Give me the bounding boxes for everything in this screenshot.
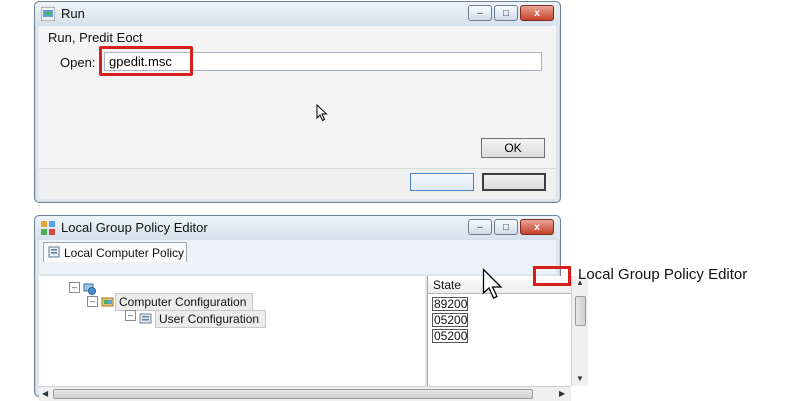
ok-button[interactable]: OK [481, 138, 545, 158]
open-label: Open: [60, 55, 96, 70]
expander-icon[interactable]: – [87, 296, 98, 307]
scroll-arrow-icon[interactable]: ◀ [42, 389, 48, 398]
tree-pane: – – Computer Configuration – User Config… [39, 276, 425, 386]
blank-button-left[interactable] [410, 173, 474, 191]
computer-icon [83, 283, 96, 295]
gpe-window-controls: – □ x [468, 219, 554, 235]
gpe-title: Local Group Policy Editor [61, 220, 208, 235]
close-button[interactable]: x [520, 219, 554, 235]
folder-icon [101, 297, 114, 307]
tree-node-computer-configuration[interactable]: Computer Configuration [115, 293, 254, 311]
folder-icon [139, 313, 152, 324]
expander-icon[interactable]: – [125, 310, 136, 321]
tab-local-computer-policy[interactable]: Local Computer Policy [43, 242, 187, 262]
run-title: Run [61, 6, 85, 21]
maximize-button[interactable]: □ [494, 5, 518, 21]
open-input-highlight [99, 46, 193, 76]
maximize-button[interactable]: □ [494, 219, 518, 235]
state-cell[interactable]: 89200 [432, 297, 468, 311]
blank-button-right[interactable] [482, 173, 546, 191]
gpe-window: Local Group Policy Editor – □ x Local Co… [34, 215, 588, 401]
expander-icon[interactable]: – [69, 282, 80, 293]
tab-strip: Local Computer Policy [39, 240, 556, 274]
vertical-scrollbar[interactable]: ▲ ▼ [571, 276, 588, 386]
minimize-button[interactable]: – [468, 219, 492, 235]
close-button[interactable]: x [520, 5, 554, 21]
run-app-icon [41, 7, 55, 21]
tab-label: Local Computer Policy [64, 246, 185, 260]
policy-icon [48, 246, 60, 258]
vertical-scroll-thumb[interactable] [575, 296, 586, 326]
minimize-button[interactable]: – [468, 5, 492, 21]
horizontal-scroll-thumb[interactable] [53, 389, 533, 399]
state-cell[interactable]: 05200 [432, 329, 468, 343]
callout-label: Local Group Policy Editor [578, 266, 748, 283]
scroll-arrow-icon[interactable]: ▼ [576, 374, 584, 383]
run-button-area [39, 168, 556, 199]
run-description: Run, Predit Eoct [48, 30, 143, 45]
state-cell[interactable]: 05200 [432, 313, 468, 327]
run-window-controls: – □ x [468, 5, 554, 21]
cursor-icon [482, 268, 503, 299]
horizontal-scrollbar[interactable]: ◀ ▶ [39, 386, 571, 401]
cursor-icon [316, 104, 328, 122]
callout-highlight-box [533, 266, 571, 286]
gpe-titlebar[interactable]: Local Group Policy Editor – □ x [35, 216, 560, 240]
tree-node-user-configuration[interactable]: User Configuration [155, 310, 267, 328]
run-titlebar[interactable]: Run – □ x [35, 2, 560, 26]
gpe-app-icon [41, 221, 55, 235]
scroll-arrow-icon[interactable]: ▶ [559, 389, 565, 398]
